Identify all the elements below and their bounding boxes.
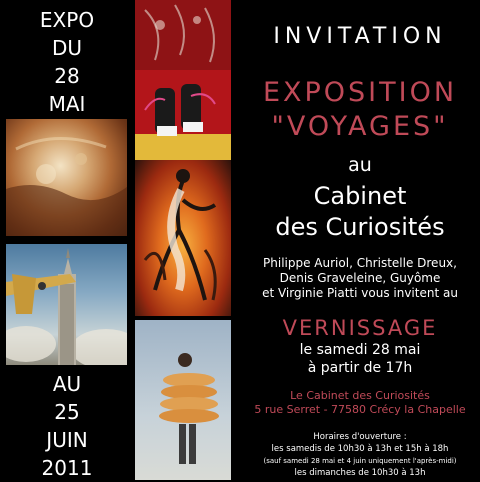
venue-address: Le Cabinet des Curiosités 5 rue Serret -… (240, 389, 480, 417)
painting-dancers-art (143, 169, 217, 301)
invitation-heading: INVITATION (273, 24, 447, 49)
date-start-line: DU (51, 36, 83, 60)
date-end-line: 2011 (41, 456, 93, 480)
exposition-title-line2: "VOYAGES" (271, 111, 449, 142)
painting-moon (6, 119, 127, 236)
venue-name: au Cabinet des Curiosités (240, 150, 480, 243)
painting-pillows-art (159, 353, 219, 464)
hours-title: Horaires d'ouverture : (313, 432, 407, 442)
hours-note: (sauf samedi 28 mai et 4 juin uniquement… (263, 457, 457, 465)
address-line2: 5 rue Serret - 77580 Crécy la Chapelle (254, 403, 466, 416)
artists-line: Denis Graveleine, Guyôme (279, 271, 441, 285)
artists-line: Philippe Auriol, Christelle Dreux, (263, 256, 457, 270)
date-start-line: EXPO (39, 8, 95, 32)
venue-au: au (348, 154, 372, 176)
venue-line1: Cabinet (313, 182, 407, 210)
date-end: AU 25 JUIN 2011 (0, 370, 134, 482)
painting-moon-art (6, 137, 127, 236)
painting-dancers (135, 160, 231, 316)
artists-line: et Virginie Piatti vous invitent au (262, 286, 458, 300)
vernissage-title: VERNISSAGE (282, 316, 438, 340)
painting-airplane-art (6, 248, 127, 365)
vernissage-date-line: le samedi 28 mai (299, 342, 421, 358)
date-end-line: 25 (54, 400, 80, 424)
hours-saturdays: les samedis de 10h30 à 13h et 15h à 18h (271, 444, 449, 454)
date-end-line: JUIN (46, 428, 88, 452)
hours-sundays: les dimanches de 10h30 à 13h (294, 468, 426, 478)
painting-sneakers-art (135, 0, 231, 160)
date-start-line: MAI (48, 92, 86, 116)
date-start-line: 28 (54, 64, 80, 88)
venue-line2: des Curiosités (275, 213, 445, 241)
painting-pillows-figure (135, 320, 231, 480)
vernissage-time-line: à partir de 17h (307, 360, 413, 376)
vernissage-date: le samedi 28 mai à partir de 17h (240, 341, 480, 377)
painting-airplane-skyscraper (6, 244, 127, 365)
exposition-title-line1: EXPOSITION (262, 77, 458, 108)
date-start: EXPO DU 28 MAI (0, 6, 134, 118)
artists-list: Philippe Auriol, Christelle Dreux, Denis… (240, 256, 480, 301)
date-end-line: AU (52, 372, 82, 396)
address-line1: Le Cabinet des Curiosités (290, 389, 430, 402)
painting-sneakers (135, 0, 231, 160)
exposition-title: EXPOSITION "VOYAGES" (240, 76, 480, 144)
opening-hours: Horaires d'ouverture : les samedis de 10… (240, 431, 480, 479)
